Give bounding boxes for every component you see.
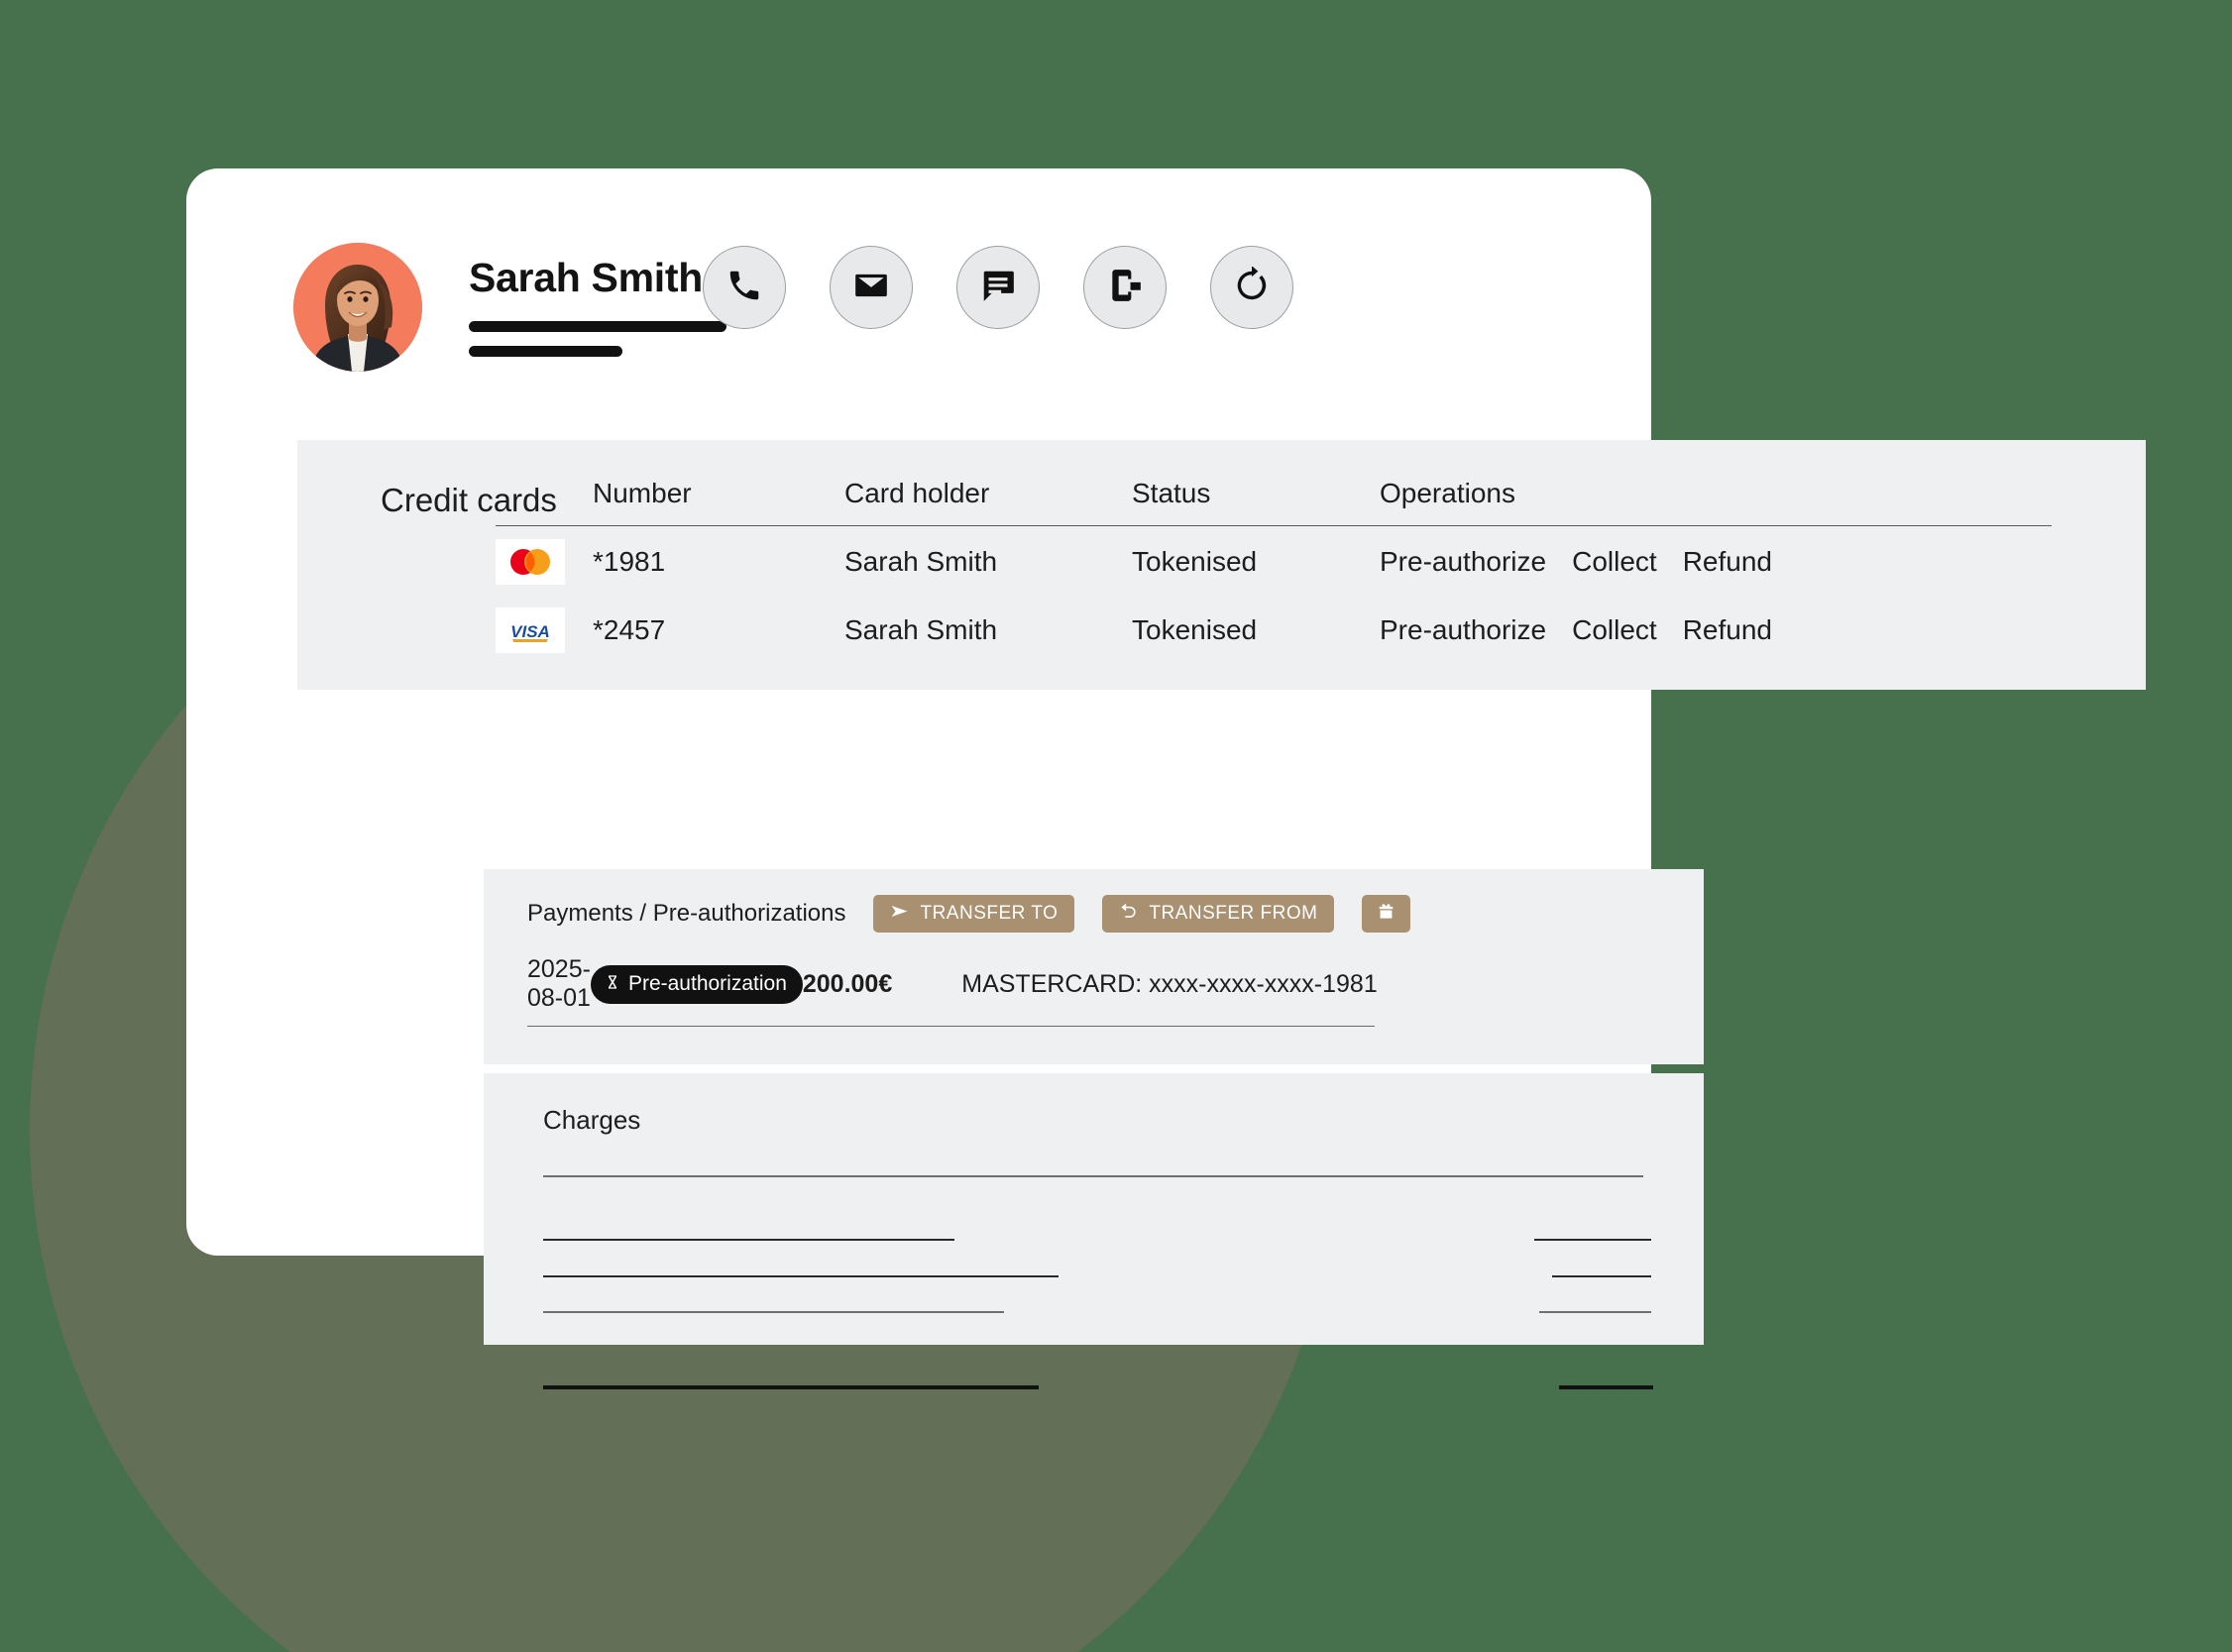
card-operations: Pre-authorize Collect Refund bbox=[1380, 595, 2052, 663]
chat-button[interactable] bbox=[956, 246, 1040, 329]
call-button[interactable] bbox=[703, 246, 786, 329]
transfer-to-button[interactable]: TRANSFER TO bbox=[873, 895, 1075, 933]
collect-link[interactable]: Collect bbox=[1572, 614, 1657, 646]
avatar bbox=[293, 243, 422, 372]
phone-icon bbox=[725, 267, 763, 309]
card-brand-cell: VISA bbox=[496, 595, 593, 663]
credit-cards-table: Number Card holder Status Operations *19… bbox=[496, 478, 2052, 663]
visa-icon: VISA bbox=[496, 607, 565, 653]
transfer-from-label: TRANSFER FROM bbox=[1149, 903, 1318, 924]
status-badge: Pre-authorization bbox=[590, 964, 803, 1004]
charges-title: Charges bbox=[543, 1105, 641, 1135]
svg-text:VISA: VISA bbox=[510, 622, 550, 641]
charges-placeholder-line bbox=[543, 1239, 954, 1241]
transfer-to-label: TRANSFER TO bbox=[920, 903, 1059, 924]
card-number: *1981 bbox=[593, 546, 666, 577]
table-row: *1981 Sarah Smith Tokenised Pre-authoriz… bbox=[496, 526, 2052, 596]
placeholder-bar-primary bbox=[469, 321, 726, 333]
payments-header: Payments / Pre-authorizations TRANSFER T… bbox=[527, 895, 1411, 933]
card-operations: Pre-authorize Collect Refund bbox=[1380, 526, 2052, 596]
charges-placeholder-amount bbox=[1539, 1311, 1651, 1313]
send-to-mobile-button[interactable] bbox=[1083, 246, 1167, 329]
send-icon bbox=[890, 902, 909, 927]
column-header-status: Status bbox=[1132, 478, 1380, 526]
chat-icon bbox=[979, 267, 1017, 309]
email-button[interactable] bbox=[830, 246, 913, 329]
status-badge-label: Pre-authorization bbox=[627, 971, 787, 995]
pre-authorize-link[interactable]: Pre-authorize bbox=[1380, 546, 1546, 578]
card-holder: Sarah Smith bbox=[844, 614, 998, 645]
refund-link[interactable]: Refund bbox=[1683, 614, 1772, 646]
sync-icon bbox=[1233, 265, 1271, 309]
charges-panel: Charges bbox=[484, 1073, 1704, 1389]
payment-row: 2025-08-01 Pre-authorization 200.00€ MAS… bbox=[527, 955, 1378, 1027]
card-status: Tokenised bbox=[1132, 614, 1258, 645]
gift-card-button[interactable] bbox=[1362, 895, 1411, 933]
card-holder: Sarah Smith bbox=[844, 546, 998, 577]
table-row: VISA *2457 Sarah Smith Tokenised Pre-aut… bbox=[496, 595, 2052, 663]
quick-actions-toolbar bbox=[703, 246, 1293, 329]
payments-title: Payments / Pre-authorizations bbox=[527, 900, 846, 927]
payment-amount: 200.00€ bbox=[802, 969, 893, 998]
mastercard-icon bbox=[496, 539, 565, 585]
gift-icon bbox=[1377, 902, 1395, 927]
placeholder-bar-secondary bbox=[469, 346, 622, 358]
payment-reference: MASTERCARD: xxxx-xxxx-xxxx-1981 bbox=[961, 969, 1378, 998]
payment-date: 2025-08-01 bbox=[527, 955, 591, 1012]
card-number: *2457 bbox=[593, 614, 666, 645]
profile-header: Sarah Smith bbox=[186, 168, 1651, 436]
mobile-share-icon bbox=[1106, 267, 1144, 309]
email-icon bbox=[852, 267, 890, 309]
collect-link[interactable]: Collect bbox=[1572, 546, 1657, 578]
charges-placeholder-amount bbox=[1534, 1239, 1651, 1241]
pre-authorize-link[interactable]: Pre-authorize bbox=[1380, 614, 1546, 646]
customer-profile-card: Sarah Smith Payments / Pre-authorization… bbox=[186, 168, 1704, 1389]
card-brand-cell bbox=[496, 526, 593, 596]
undo-icon bbox=[1119, 902, 1138, 927]
credit-cards-panel: Credit cards Number Card holder Status O… bbox=[297, 440, 2146, 690]
refund-link[interactable]: Refund bbox=[1683, 546, 1772, 578]
transfer-from-button[interactable]: TRANSFER FROM bbox=[1102, 895, 1335, 933]
table-header-row: Number Card holder Status Operations bbox=[496, 478, 2052, 526]
column-header-number: Number bbox=[593, 478, 844, 526]
column-header-operations: Operations bbox=[1380, 478, 2052, 526]
charges-placeholder-line bbox=[543, 1311, 1004, 1313]
column-header-brand bbox=[496, 478, 593, 526]
card-status: Tokenised bbox=[1132, 546, 1258, 577]
charges-total-amount bbox=[1559, 1385, 1653, 1389]
hourglass-icon bbox=[605, 972, 620, 996]
charges-divider bbox=[543, 1175, 1643, 1177]
charges-placeholder-amount bbox=[1552, 1275, 1651, 1277]
charges-placeholder-line bbox=[543, 1275, 1059, 1277]
payments-panel: Payments / Pre-authorizations TRANSFER T… bbox=[484, 869, 1704, 1064]
column-header-holder: Card holder bbox=[844, 478, 1132, 526]
charges-total-line bbox=[543, 1385, 1039, 1389]
sync-button[interactable] bbox=[1210, 246, 1293, 329]
